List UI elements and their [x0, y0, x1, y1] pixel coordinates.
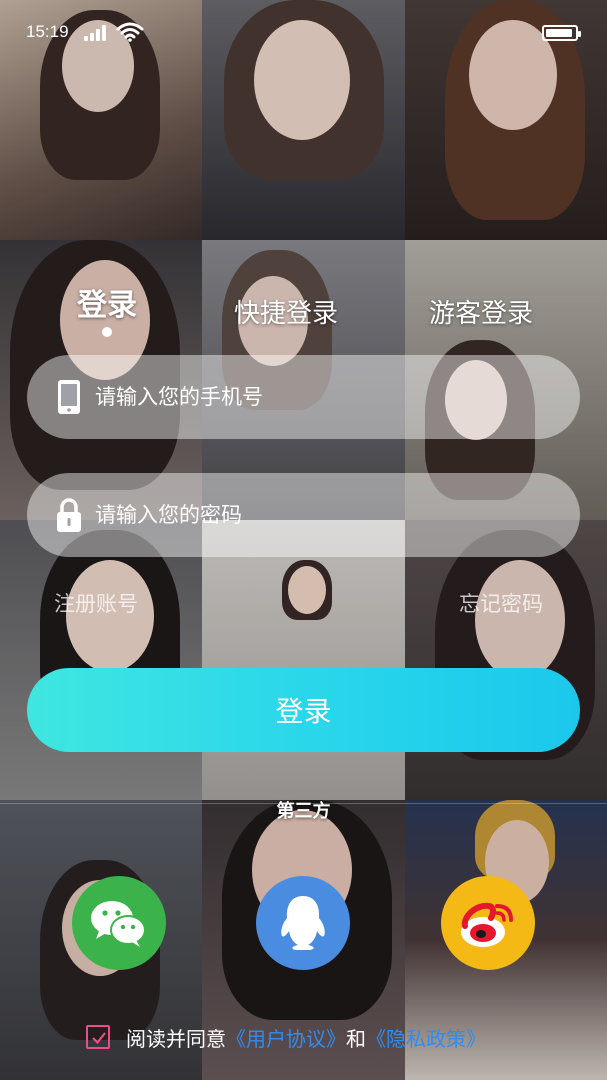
- third-party-title: 第三方: [276, 801, 331, 822]
- agreement-and: 和: [346, 1027, 366, 1051]
- login-button[interactable]: 登录: [27, 668, 580, 752]
- agreement-checkbox[interactable]: [86, 1025, 110, 1049]
- signal-icon: [84, 25, 110, 41]
- phone-icon: [58, 380, 80, 414]
- weibo-icon: [461, 902, 513, 947]
- wifi-icon: [116, 22, 144, 42]
- qq-login-button[interactable]: [256, 876, 350, 970]
- password-input[interactable]: [95, 473, 555, 557]
- user-agreement-link[interactable]: 《用户协议》: [226, 1027, 346, 1051]
- register-link[interactable]: 注册账号: [54, 588, 138, 618]
- privacy-policy-link[interactable]: 《隐私政策》: [366, 1027, 486, 1051]
- wechat-login-button[interactable]: [72, 876, 166, 970]
- phone-field: [27, 355, 580, 439]
- status-bar: 15:19: [0, 0, 607, 64]
- tab-guest-login[interactable]: 游客登录: [429, 293, 533, 330]
- wechat-icon: [91, 901, 146, 947]
- status-time: 15:19: [26, 22, 69, 41]
- phone-input[interactable]: [95, 355, 555, 439]
- tab-login[interactable]: 登录: [77, 280, 137, 324]
- qq-icon: [281, 896, 325, 950]
- agreement-prefix: 阅读并同意: [126, 1027, 226, 1051]
- forgot-password-link[interactable]: 忘记密码: [459, 588, 543, 618]
- weibo-login-button[interactable]: [441, 876, 535, 970]
- active-tab-indicator: [102, 327, 112, 337]
- lock-icon: [57, 498, 81, 532]
- tab-quick-login[interactable]: 快捷登录: [234, 293, 338, 330]
- password-field: [27, 473, 580, 557]
- check-icon: [92, 1032, 106, 1045]
- battery-icon: [542, 25, 581, 41]
